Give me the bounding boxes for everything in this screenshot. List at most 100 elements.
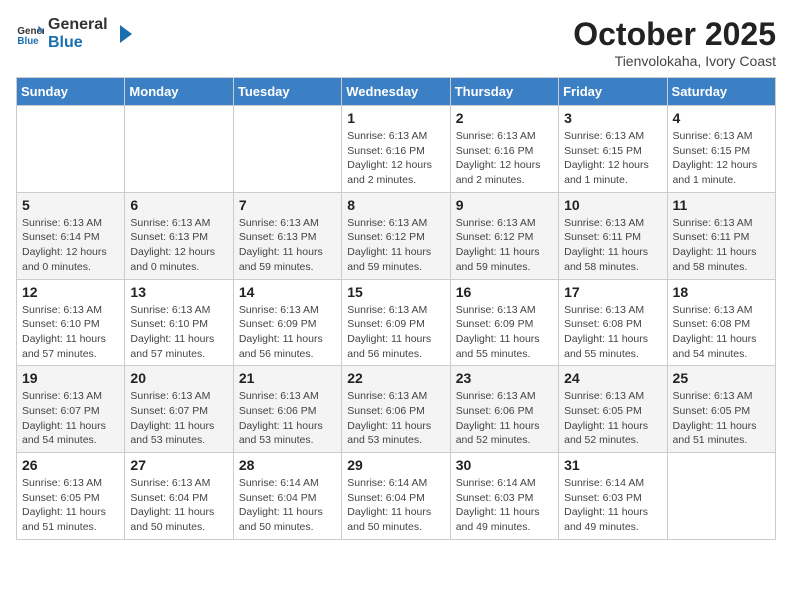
svg-text:Blue: Blue bbox=[17, 35, 39, 46]
day-info: Sunrise: 6:14 AM Sunset: 6:03 PM Dayligh… bbox=[564, 476, 661, 535]
day-number: 12 bbox=[22, 284, 119, 300]
calendar-cell: 23Sunrise: 6:13 AM Sunset: 6:06 PM Dayli… bbox=[450, 366, 558, 453]
day-info: Sunrise: 6:13 AM Sunset: 6:12 PM Dayligh… bbox=[347, 216, 444, 275]
header-day-sunday: Sunday bbox=[17, 78, 125, 106]
header-day-monday: Monday bbox=[125, 78, 233, 106]
calendar-cell: 2Sunrise: 6:13 AM Sunset: 6:16 PM Daylig… bbox=[450, 106, 558, 193]
calendar-week-row: 1 Sunrise: 6:13 AM Sunset: 6:16 PM Daylig… bbox=[17, 106, 776, 193]
day-info: Sunrise: 6:13 AM Sunset: 6:04 PM Dayligh… bbox=[130, 476, 227, 535]
day-info: Sunrise: 6:13 AM Sunset: 6:11 PM Dayligh… bbox=[673, 216, 770, 275]
calendar-week-row: 12 Sunrise: 6:13 AM Sunset: 6:10 PM Dayli… bbox=[17, 279, 776, 366]
day-info: Sunrise: 6:13 AM Sunset: 6:15 PM Dayligh… bbox=[564, 129, 661, 188]
calendar-cell: 8 Sunrise: 6:13 AM Sunset: 6:12 PM Daylig… bbox=[342, 192, 450, 279]
day-info: Sunrise: 6:13 AM Sunset: 6:12 PM Dayligh… bbox=[456, 216, 553, 275]
day-number: 11 bbox=[673, 197, 770, 213]
calendar-cell: 12 Sunrise: 6:13 AM Sunset: 6:10 PM Dayli… bbox=[17, 279, 125, 366]
calendar-cell: 26 Sunrise: 6:13 AM Sunset: 6:05 PM Dayli… bbox=[17, 453, 125, 540]
day-info: Sunrise: 6:13 AM Sunset: 6:15 PM Dayligh… bbox=[673, 129, 770, 188]
calendar-week-row: 26 Sunrise: 6:13 AM Sunset: 6:05 PM Dayli… bbox=[17, 453, 776, 540]
day-info: Sunrise: 6:13 AM Sunset: 6:05 PM Dayligh… bbox=[564, 389, 661, 448]
day-info: Sunrise: 6:13 AM Sunset: 6:05 PM Dayligh… bbox=[22, 476, 119, 535]
calendar-cell: 17 Sunrise: 6:13 AM Sunset: 6:08 PM Dayli… bbox=[559, 279, 667, 366]
calendar-week-row: 5Sunrise: 6:13 AM Sunset: 6:14 PM Daylig… bbox=[17, 192, 776, 279]
day-info: Sunrise: 6:13 AM Sunset: 6:08 PM Dayligh… bbox=[564, 303, 661, 362]
calendar-cell: 9 Sunrise: 6:13 AM Sunset: 6:12 PM Daylig… bbox=[450, 192, 558, 279]
calendar-week-row: 19Sunrise: 6:13 AM Sunset: 6:07 PM Dayli… bbox=[17, 366, 776, 453]
header-day-wednesday: Wednesday bbox=[342, 78, 450, 106]
day-info: Sunrise: 6:13 AM Sunset: 6:06 PM Dayligh… bbox=[347, 389, 444, 448]
calendar-cell bbox=[125, 106, 233, 193]
day-info: Sunrise: 6:14 AM Sunset: 6:04 PM Dayligh… bbox=[239, 476, 336, 535]
day-number: 13 bbox=[130, 284, 227, 300]
calendar-cell: 24 Sunrise: 6:13 AM Sunset: 6:05 PM Dayli… bbox=[559, 366, 667, 453]
day-info: Sunrise: 6:13 AM Sunset: 6:09 PM Dayligh… bbox=[456, 303, 553, 362]
day-number: 8 bbox=[347, 197, 444, 213]
day-info: Sunrise: 6:14 AM Sunset: 6:04 PM Dayligh… bbox=[347, 476, 444, 535]
day-number: 25 bbox=[673, 370, 770, 386]
calendar-cell: 22Sunrise: 6:13 AM Sunset: 6:06 PM Dayli… bbox=[342, 366, 450, 453]
day-number: 9 bbox=[456, 197, 553, 213]
day-info: Sunrise: 6:13 AM Sunset: 6:10 PM Dayligh… bbox=[22, 303, 119, 362]
day-number: 15 bbox=[347, 284, 444, 300]
day-number: 3 bbox=[564, 110, 661, 126]
day-info: Sunrise: 6:13 AM Sunset: 6:08 PM Dayligh… bbox=[673, 303, 770, 362]
day-number: 31 bbox=[564, 457, 661, 473]
day-number: 1 bbox=[347, 110, 444, 126]
day-info: Sunrise: 6:13 AM Sunset: 6:07 PM Dayligh… bbox=[130, 389, 227, 448]
calendar-cell: 20Sunrise: 6:13 AM Sunset: 6:07 PM Dayli… bbox=[125, 366, 233, 453]
day-number: 18 bbox=[673, 284, 770, 300]
calendar-cell: 7Sunrise: 6:13 AM Sunset: 6:13 PM Daylig… bbox=[233, 192, 341, 279]
day-number: 5 bbox=[22, 197, 119, 213]
month-title-area: October 2025 Tienvolokaha, Ivory Coast bbox=[573, 16, 776, 69]
header-day-thursday: Thursday bbox=[450, 78, 558, 106]
location-subtitle: Tienvolokaha, Ivory Coast bbox=[573, 53, 776, 69]
logo-general-text: General bbox=[48, 16, 108, 34]
day-number: 16 bbox=[456, 284, 553, 300]
calendar-cell: 5Sunrise: 6:13 AM Sunset: 6:14 PM Daylig… bbox=[17, 192, 125, 279]
logo-arrow-icon bbox=[112, 23, 134, 45]
calendar-cell: 19Sunrise: 6:13 AM Sunset: 6:07 PM Dayli… bbox=[17, 366, 125, 453]
header-day-saturday: Saturday bbox=[667, 78, 775, 106]
calendar-cell: 4 Sunrise: 6:13 AM Sunset: 6:15 PM Daylig… bbox=[667, 106, 775, 193]
calendar-cell: 31 Sunrise: 6:14 AM Sunset: 6:03 PM Dayli… bbox=[559, 453, 667, 540]
day-number: 2 bbox=[456, 110, 553, 126]
calendar-cell: 25 Sunrise: 6:13 AM Sunset: 6:05 PM Dayli… bbox=[667, 366, 775, 453]
calendar: SundayMondayTuesdayWednesdayThursdayFrid… bbox=[16, 77, 776, 540]
day-number: 26 bbox=[22, 457, 119, 473]
day-number: 17 bbox=[564, 284, 661, 300]
logo: General Blue General Blue bbox=[16, 16, 134, 51]
header-day-tuesday: Tuesday bbox=[233, 78, 341, 106]
day-number: 30 bbox=[456, 457, 553, 473]
day-number: 27 bbox=[130, 457, 227, 473]
calendar-cell: 15Sunrise: 6:13 AM Sunset: 6:09 PM Dayli… bbox=[342, 279, 450, 366]
day-info: Sunrise: 6:13 AM Sunset: 6:11 PM Dayligh… bbox=[564, 216, 661, 275]
day-info: Sunrise: 6:13 AM Sunset: 6:16 PM Dayligh… bbox=[347, 129, 444, 188]
header: General Blue General Blue October 2025 T… bbox=[16, 16, 776, 69]
calendar-cell: 21Sunrise: 6:13 AM Sunset: 6:06 PM Dayli… bbox=[233, 366, 341, 453]
calendar-cell: 3 Sunrise: 6:13 AM Sunset: 6:15 PM Daylig… bbox=[559, 106, 667, 193]
calendar-cell: 13Sunrise: 6:13 AM Sunset: 6:10 PM Dayli… bbox=[125, 279, 233, 366]
day-number: 10 bbox=[564, 197, 661, 213]
day-info: Sunrise: 6:13 AM Sunset: 6:09 PM Dayligh… bbox=[239, 303, 336, 362]
calendar-cell: 30Sunrise: 6:14 AM Sunset: 6:03 PM Dayli… bbox=[450, 453, 558, 540]
calendar-cell: 28Sunrise: 6:14 AM Sunset: 6:04 PM Dayli… bbox=[233, 453, 341, 540]
day-number: 29 bbox=[347, 457, 444, 473]
day-info: Sunrise: 6:13 AM Sunset: 6:06 PM Dayligh… bbox=[456, 389, 553, 448]
calendar-cell: 18 Sunrise: 6:13 AM Sunset: 6:08 PM Dayli… bbox=[667, 279, 775, 366]
day-info: Sunrise: 6:13 AM Sunset: 6:13 PM Dayligh… bbox=[130, 216, 227, 275]
calendar-cell: 14Sunrise: 6:13 AM Sunset: 6:09 PM Dayli… bbox=[233, 279, 341, 366]
day-number: 24 bbox=[564, 370, 661, 386]
calendar-cell: 1 Sunrise: 6:13 AM Sunset: 6:16 PM Daylig… bbox=[342, 106, 450, 193]
calendar-header-row: SundayMondayTuesdayWednesdayThursdayFrid… bbox=[17, 78, 776, 106]
header-day-friday: Friday bbox=[559, 78, 667, 106]
day-number: 6 bbox=[130, 197, 227, 213]
calendar-cell: 6 Sunrise: 6:13 AM Sunset: 6:13 PM Daylig… bbox=[125, 192, 233, 279]
day-info: Sunrise: 6:13 AM Sunset: 6:07 PM Dayligh… bbox=[22, 389, 119, 448]
day-info: Sunrise: 6:13 AM Sunset: 6:05 PM Dayligh… bbox=[673, 389, 770, 448]
day-info: Sunrise: 6:13 AM Sunset: 6:13 PM Dayligh… bbox=[239, 216, 336, 275]
calendar-cell: 11 Sunrise: 6:13 AM Sunset: 6:11 PM Dayli… bbox=[667, 192, 775, 279]
day-number: 4 bbox=[673, 110, 770, 126]
calendar-cell bbox=[17, 106, 125, 193]
month-title: October 2025 bbox=[573, 16, 776, 53]
calendar-cell bbox=[667, 453, 775, 540]
